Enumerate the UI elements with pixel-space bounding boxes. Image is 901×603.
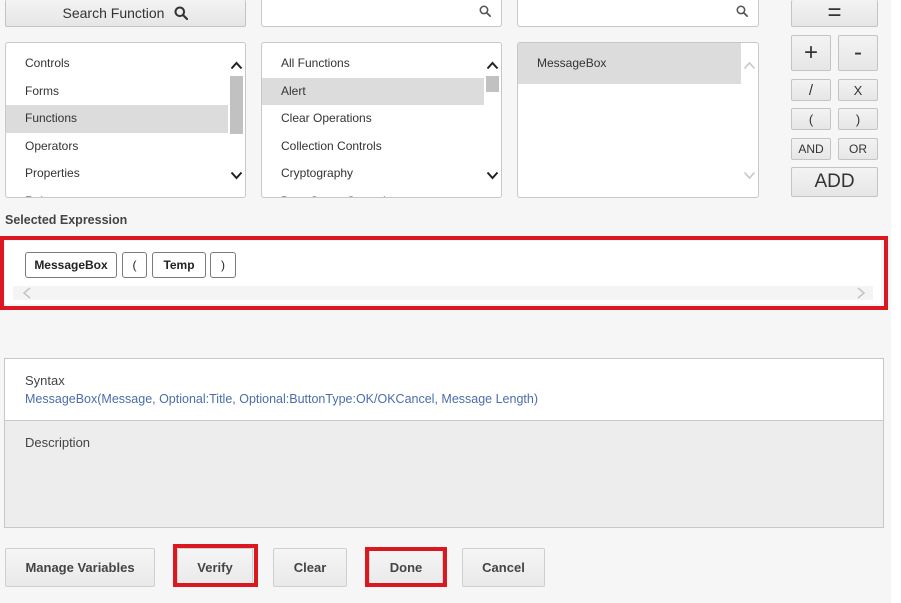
function-scroll-thumb[interactable] [486,76,499,92]
category-item-forms[interactable]: Forms [6,78,228,106]
add-button[interactable]: ADD [791,167,878,197]
category-item-operators[interactable]: Operators [6,133,228,161]
search-function-button[interactable]: Search Function [5,0,246,27]
member-search-box [517,0,759,27]
syntax-title: Syntax [25,373,65,388]
description-area: Description [5,420,883,527]
function-item-data-group-operations[interactable]: Data Group Operations [262,188,484,198]
cancel-button[interactable]: Cancel [462,548,545,587]
category-scroll-thumb[interactable] [230,76,243,134]
plus-button[interactable]: + [791,35,831,71]
done-highlight [365,547,447,587]
member-search-input[interactable] [524,3,730,23]
category-list[interactable]: Controls Forms Functions Operators Prope… [5,42,246,198]
function-item-cryptography[interactable]: Cryptography [262,160,484,188]
function-item-all-functions[interactable]: All Functions [262,50,484,78]
search-icon[interactable] [479,5,491,17]
selected-expression-label: Selected Expression [5,213,128,227]
open-paren-button[interactable]: ( [791,108,831,130]
verify-highlight [173,544,258,587]
function-search-input[interactable] [268,3,473,23]
function-search-box [261,0,502,27]
member-list[interactable]: MessageBox [517,42,759,198]
chevron-up-icon[interactable] [228,57,245,73]
category-item-properties[interactable]: Properties [6,160,228,188]
expression-highlight [0,236,888,310]
description-title: Description [25,435,91,450]
and-button[interactable]: AND [791,138,831,160]
minus-button[interactable]: - [838,35,878,71]
chevron-down-icon[interactable] [228,167,245,183]
member-item-messagebox[interactable]: MessageBox [518,43,741,84]
function-item-alert[interactable]: Alert [262,77,484,105]
chevron-down-icon[interactable] [741,167,758,183]
window-edge [891,0,901,603]
syntax-text: MessageBox(Message, Optional:Title, Opti… [25,392,538,406]
function-list[interactable]: All Functions Alert Clear Operations Col… [261,42,502,198]
divide-button[interactable]: / [791,79,831,101]
clear-button[interactable]: Clear [273,548,347,587]
multiply-button[interactable]: X [838,79,878,101]
equals-button[interactable]: = [791,0,878,27]
search-function-label: Search Function [62,5,165,21]
category-scrollbar[interactable] [228,43,245,197]
member-scrollbar[interactable] [741,43,758,197]
search-icon [174,6,189,20]
syntax-panel: Syntax MessageBox(Message, Optional:Titl… [4,358,884,528]
category-item-rules[interactable]: Rules [6,188,228,198]
close-paren-button[interactable]: ) [838,108,878,130]
category-item-functions[interactable]: Functions [6,105,228,133]
chevron-down-icon[interactable] [484,167,501,183]
or-button[interactable]: OR [838,138,878,160]
function-item-clear-operations[interactable]: Clear Operations [262,105,484,133]
function-scrollbar[interactable] [484,43,501,197]
chevron-up-icon[interactable] [484,57,501,73]
chevron-up-icon[interactable] [741,57,758,73]
category-item-controls[interactable]: Controls [6,50,228,78]
manage-variables-button[interactable]: Manage Variables [5,548,155,587]
function-item-collection-controls[interactable]: Collection Controls [262,133,484,161]
search-icon[interactable] [736,5,748,17]
